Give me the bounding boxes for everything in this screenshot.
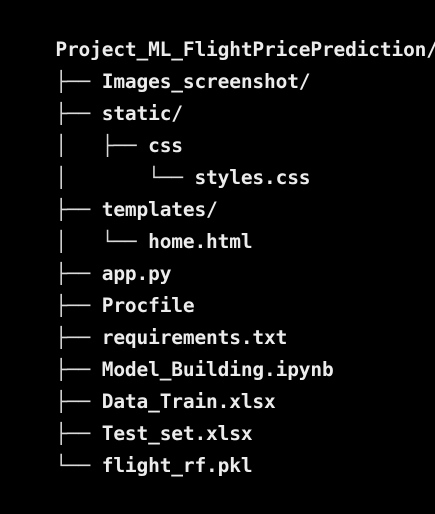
tree-branch-prefix: └── [55,454,102,477]
file-tree: Project_ML_FlightPricePrediction/ ├── Im… [0,0,435,477]
tree-line-templates: ├── templates/ [9,162,217,221]
tree-line-app-py: ├── app.py [9,226,171,285]
tree-line-model-building: ├── Model_Building.ipynb [9,322,333,381]
tree-line-flight-rf: └── flight_rf.pkl [9,418,252,477]
tree-root-line: Project_ML_FlightPricePrediction/ [9,2,435,61]
tree-line-test-set: ├── Test_set.xlsx [9,386,252,445]
tree-line-images-screenshot: ├── Images_screenshot/ [9,34,310,93]
tree-line-data-train: ├── Data_Train.xlsx [9,354,275,413]
tree-line-css: │ ├── css [9,98,183,157]
tree-line-requirements: ├── requirements.txt [9,290,287,349]
tree-line-procfile: ├── Procfile [9,258,194,317]
file-name: flight_rf.pkl [101,454,253,477]
tree-line-styles-css: │ └── styles.css [9,130,310,189]
tree-line-home-html: │ └── home.html [9,194,252,253]
tree-line-static: ├── static/ [9,66,183,125]
